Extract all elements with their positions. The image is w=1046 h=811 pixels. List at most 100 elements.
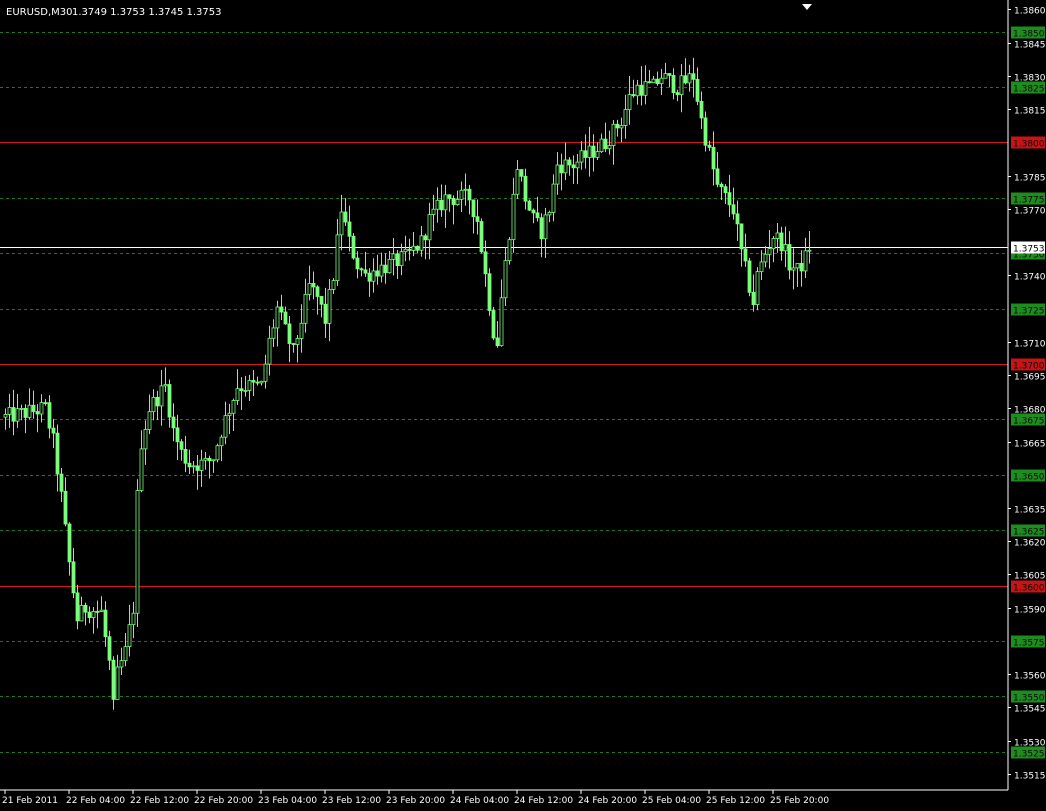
price-tick-label: 1.3545 (1014, 705, 1046, 715)
candle-body (687, 73, 692, 84)
candle-body (723, 186, 728, 194)
candle-body (115, 666, 120, 700)
candle-body (495, 337, 500, 347)
candle-body (259, 380, 264, 384)
candle-body (255, 381, 260, 384)
candle-body (363, 269, 368, 274)
candle-body (767, 248, 772, 255)
candle-body (159, 385, 164, 407)
candle-body (107, 636, 112, 661)
candle-body (647, 81, 652, 84)
candle-body (207, 457, 212, 462)
candle-body (403, 248, 408, 253)
candle-body (423, 235, 428, 241)
level-badge-label: 1.3825 (1013, 85, 1045, 95)
candle-body (703, 117, 708, 146)
candle-body (179, 441, 184, 450)
candle-body (435, 199, 440, 210)
candle-body (779, 232, 784, 252)
candle-body (571, 164, 576, 169)
candle-body (59, 473, 64, 492)
candle-body (31, 404, 36, 412)
price-tick-label: 1.3770 (1014, 207, 1046, 217)
candle-body (663, 73, 668, 79)
candle-body (655, 78, 660, 85)
candle-body (719, 183, 724, 188)
candle-body (383, 264, 388, 274)
candle-body (667, 73, 672, 76)
level-badge-label: 1.3675 (1013, 417, 1045, 427)
price-chart[interactable]: 1.3850 1.3825 1.3775 1.3750 1.3725 1.3675 1.36… (0, 0, 1046, 807)
candle-body (527, 200, 532, 211)
candle-body (11, 407, 16, 422)
candle-body (183, 448, 188, 464)
candle-body (219, 436, 224, 447)
time-tick-label: 25 Feb 04:00 (642, 796, 701, 806)
candle-body (83, 604, 88, 613)
candle-body (355, 257, 360, 270)
candle-body (535, 212, 540, 219)
price-tick-label: 1.3515 (1014, 772, 1046, 782)
candle-body (427, 214, 432, 241)
candle-body (371, 270, 376, 282)
time-tick-label: 21 Feb 2011 (2, 796, 58, 806)
level-badge-label: 1.3650 (1013, 473, 1045, 483)
candle-body (291, 343, 296, 345)
candle-body (275, 306, 280, 329)
candle-body (263, 363, 268, 382)
candle-body (223, 415, 228, 438)
candle-body (271, 327, 276, 339)
candle-body (447, 194, 452, 199)
candle-body (799, 262, 804, 272)
candle-body (467, 188, 472, 201)
candle-body (691, 73, 696, 80)
time-tick-label: 24 Feb 04:00 (450, 796, 509, 806)
time-tick-label: 24 Feb 12:00 (514, 796, 573, 806)
candle-body (519, 169, 524, 177)
candle-body (515, 169, 520, 195)
candle-body (567, 159, 572, 166)
candle-body (47, 402, 52, 429)
candle-body (619, 125, 624, 129)
candle-body (763, 253, 768, 263)
candle-body (651, 78, 656, 84)
candle-body (523, 175, 528, 202)
candle-body (79, 604, 84, 622)
candle-body (683, 75, 688, 84)
candle-body (491, 310, 496, 339)
candle-body (123, 646, 128, 662)
candle-body (19, 408, 24, 410)
candle-body (455, 199, 460, 205)
candle-body (155, 396, 160, 407)
candle-body (195, 465, 200, 471)
candle-body (75, 592, 80, 622)
candle-body (759, 261, 764, 273)
candle-body (755, 271, 760, 306)
candle-body (35, 411, 40, 415)
candle-body (67, 523, 72, 563)
current-price-label: 1.3753 (1013, 245, 1045, 255)
candle-body (375, 270, 380, 277)
time-tick-label: 24 Feb 20:00 (578, 796, 637, 806)
candle-body (539, 217, 544, 240)
candle-body (323, 303, 328, 324)
candle-body (483, 251, 488, 275)
candle-body (531, 209, 536, 214)
candle-body (751, 291, 756, 306)
price-tick-label: 1.3830 (1014, 74, 1046, 84)
candle-body (139, 448, 144, 491)
candle-body (335, 234, 340, 282)
candle-body (351, 235, 356, 259)
candle-body (395, 253, 400, 267)
candle-body (727, 192, 732, 206)
candle-body (307, 283, 312, 295)
candle-body (283, 311, 288, 325)
chart-canvas[interactable]: 1.38501.38251.37751.37501.37251.36751.36… (0, 0, 1046, 807)
candle-body (91, 611, 96, 619)
key-level-badge-label: 1.3600 (1013, 584, 1045, 594)
candle-body (787, 244, 792, 271)
candle-body (627, 94, 632, 110)
time-tick-label: 25 Feb 12:00 (706, 796, 765, 806)
candle-body (503, 260, 508, 299)
level-badge-label: 1.3850 (1013, 30, 1045, 40)
